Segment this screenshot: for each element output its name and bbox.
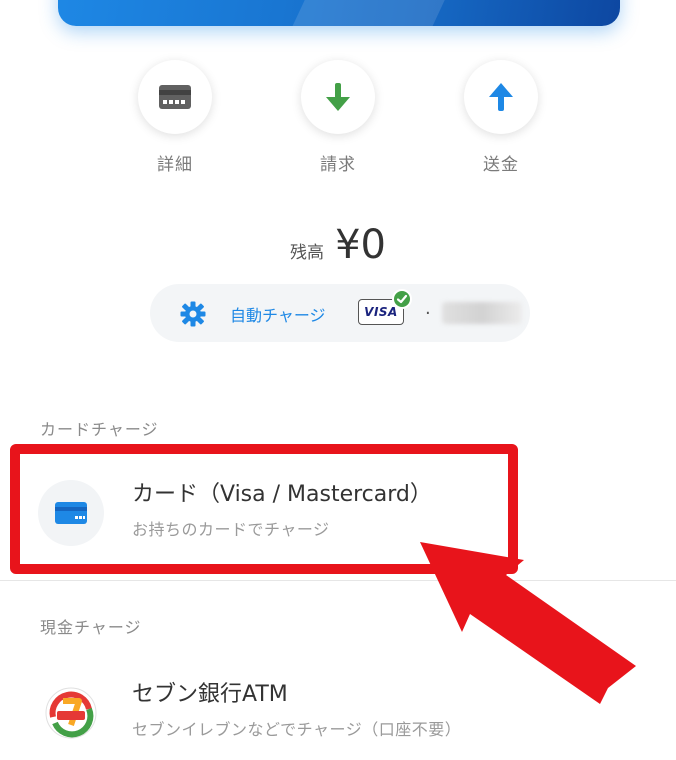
auto-charge-button[interactable]: 自動チャージ VISA . [150,284,530,342]
action-detail[interactable]: 詳細 [137,60,213,175]
request-button[interactable] [301,60,375,134]
list-item-card-charge[interactable]: カード（Visa / Mastercard） お持ちのカードでチャージ [0,460,676,560]
gear-icon [180,301,206,327]
auto-charge-label: 自動チャージ [230,306,326,325]
credit-card-icon [55,502,87,524]
balance: 残高 ¥0 [0,222,676,268]
list-item-seven-bank[interactable]: セブン銀行ATM セブンイレブンなどでチャージ（口座不要） [0,660,676,760]
seven-bank-icon-wrap [38,680,104,746]
wallet-card[interactable] [58,0,620,26]
send-button[interactable] [464,60,538,134]
masked-card-number [442,302,522,324]
seven-bank-icon [45,687,97,739]
list-item-subtitle: お持ちのカードでチャージ [132,520,330,539]
card-detail-icon [159,85,191,109]
divider [0,580,676,581]
list-item-subtitle: セブンイレブンなどでチャージ（口座不要） [132,720,462,739]
check-icon [392,289,412,309]
balance-value: ¥0 [335,222,386,268]
list-item-title: セブン銀行ATM [132,682,288,707]
section-title-card-charge: カードチャージ [40,420,159,439]
arrow-down-icon [326,83,350,111]
credit-card-icon-wrap [38,480,104,546]
detail-button[interactable] [138,60,212,134]
balance-label: 残高 [290,243,324,263]
action-label: 請求 [320,155,356,175]
action-send[interactable]: 送金 [463,60,539,175]
action-label: 詳細 [157,155,193,175]
card-number-prefix: . [425,298,431,319]
arrow-up-icon [489,83,513,111]
section-title-cash-charge: 現金チャージ [40,618,142,637]
action-request[interactable]: 請求 [300,60,376,175]
action-label: 送金 [483,155,519,175]
list-item-title: カード（Visa / Mastercard） [132,482,432,507]
